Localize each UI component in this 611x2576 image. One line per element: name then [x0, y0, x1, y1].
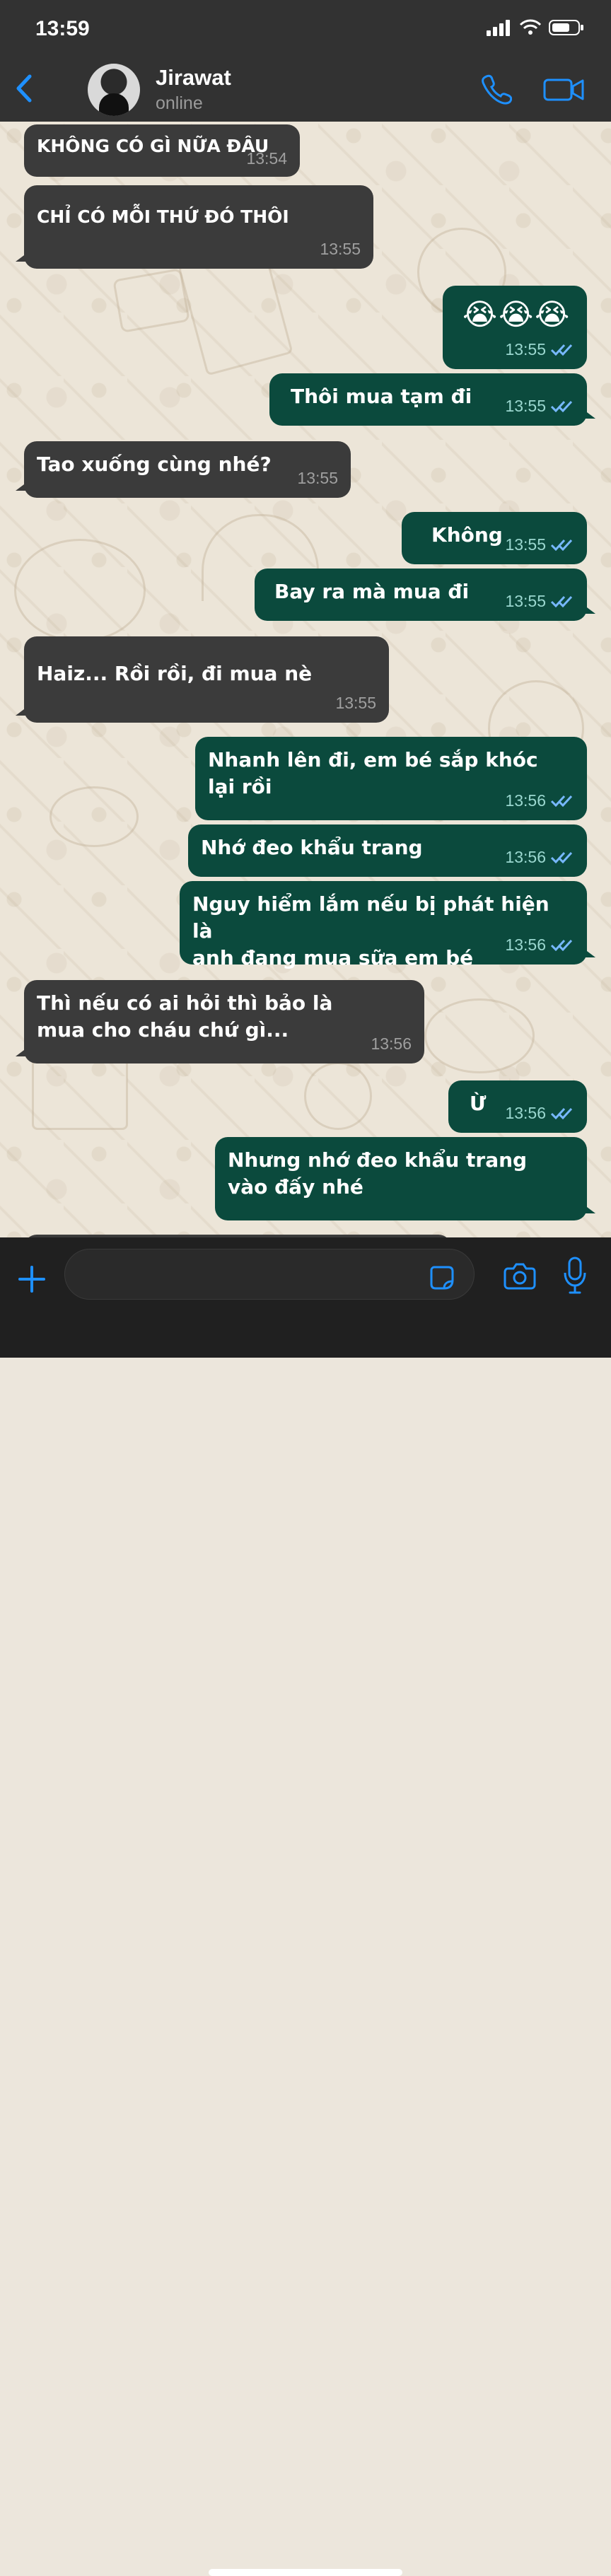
message-time: 13:55	[335, 692, 376, 714]
signal-icon	[487, 20, 510, 36]
message-time: 13:56	[505, 846, 574, 868]
sticker-icon[interactable]	[429, 1264, 455, 1291]
back-chevron-icon[interactable]	[10, 72, 38, 105]
time-label: 13:55	[505, 591, 546, 610]
contact-status: online	[156, 93, 203, 113]
message-outgoing[interactable]: Nhớ đeo khẩu trang 13:56	[188, 824, 587, 877]
home-indicator	[209, 2569, 402, 2576]
double-check-icon	[550, 401, 573, 413]
message-time: 13:56	[505, 934, 574, 956]
message-time: 13:55	[297, 467, 338, 489]
message-incoming[interactable]: KHÔNG CÓ GÌ NỮA ĐÂU 13:54	[24, 124, 300, 177]
video-call-icon[interactable]	[543, 76, 586, 103]
status-bar: 13:59	[0, 0, 611, 55]
double-check-icon	[550, 344, 573, 356]
message-outgoing[interactable]: Nhưng nhớ đeo khẩu trang vào đấy nhé	[215, 1137, 595, 1220]
message-incoming[interactable]: Haiz... Rồi rồi, đi mua nè 13:55	[16, 636, 389, 723]
message-time: 13:56	[371, 1033, 412, 1055]
message-time: 13:55	[505, 590, 574, 612]
message-text: Thì nếu có ai hỏi thì bảo là mua cho chá…	[37, 991, 333, 1042]
double-check-icon	[550, 852, 573, 864]
background-decoration	[32, 1059, 128, 1130]
message-incoming[interactable]: Tao xuống cùng nhé? 13:55	[16, 441, 351, 498]
double-check-icon	[550, 795, 573, 808]
message-outgoing[interactable]: Không 13:55	[402, 512, 587, 564]
message-text: Nhưng nhớ đeo khẩu trang vào đấy nhé	[228, 1148, 528, 1199]
time-label: 13:56	[505, 847, 546, 866]
composer-bar	[0, 1237, 611, 2576]
battery-icon	[549, 20, 583, 35]
message-time: 13:55	[505, 339, 574, 361]
message-text: CHỈ CÓ MỖI THỨ ĐÓ THÔI	[37, 206, 289, 227]
message-text: Tao xuống cùng nhé?	[37, 453, 272, 476]
message-emoji: 😭😭😭	[462, 297, 571, 332]
message-outgoing[interactable]: Nguy hiểm lắm nếu bị phát hiện là anh đa…	[180, 881, 595, 969]
time-label: 13:54	[246, 148, 287, 168]
message-outgoing[interactable]: 😭😭😭 13:55	[443, 286, 587, 369]
microphone-icon[interactable]	[563, 1256, 587, 1294]
background-decoration	[50, 786, 139, 847]
time-label: 13:55	[297, 468, 338, 487]
double-check-icon	[550, 1108, 573, 1120]
background-decoration	[112, 268, 190, 333]
message-incoming[interactable]: CHỈ CÓ MỖI THỨ ĐÓ THÔI 13:55	[16, 185, 373, 269]
chat-messages-area[interactable]: KHÔNG CÓ GÌ NỮA ĐÂU 13:54 CHỈ CÓ MỖI THỨ…	[0, 122, 611, 1237]
time-label: 13:56	[505, 935, 546, 954]
double-check-icon	[550, 940, 573, 952]
message-outgoing[interactable]: Thôi mua tạm đi 13:55	[269, 373, 595, 426]
message-outgoing[interactable]: Bay ra mà mua đi 13:55	[255, 569, 595, 621]
phone-call-icon[interactable]	[479, 72, 512, 105]
double-check-icon	[550, 596, 573, 608]
message-outgoing[interactable]: Nhanh lên đi, em bé sắp khóc lại rồi 13:…	[195, 737, 587, 820]
camera-icon[interactable]	[504, 1260, 536, 1290]
time-label: 13:56	[371, 1034, 412, 1053]
background-decoration	[304, 1062, 372, 1130]
message-text: Nguy hiểm lắm nếu bị phát hiện là anh đa…	[192, 892, 549, 969]
time-label: 13:56	[505, 791, 546, 810]
message-time: 13:55	[505, 395, 574, 417]
wifi-icon	[519, 19, 542, 35]
message-time: 13:55	[320, 238, 361, 260]
message-time: 13:56	[505, 1102, 574, 1124]
double-check-icon	[550, 540, 573, 552]
status-time: 13:59	[35, 17, 90, 40]
message-time: 13:55	[505, 534, 574, 556]
chat-header: Jirawat online	[0, 55, 611, 122]
message-outgoing[interactable]: Ừ 13:56	[448, 1080, 587, 1133]
time-label: 13:55	[505, 339, 546, 359]
plus-icon[interactable]	[17, 1264, 47, 1294]
message-incoming[interactable]: Thì nếu có ai hỏi thì bảo là mua cho chá…	[16, 980, 424, 1063]
time-label: 13:55	[320, 239, 361, 258]
time-label: 13:55	[505, 396, 546, 415]
status-icons	[487, 18, 584, 37]
message-time: 13:56	[505, 790, 574, 812]
message-time: 13:54	[246, 148, 287, 170]
background-decoration	[424, 998, 535, 1073]
message-text: Haiz... Rồi rồi, đi mua nè	[37, 662, 313, 685]
time-label: 13:55	[505, 535, 546, 554]
contact-avatar[interactable]	[88, 64, 140, 116]
contact-name[interactable]: Jirawat	[156, 65, 231, 91]
message-input[interactable]	[64, 1249, 475, 1300]
time-label: 13:56	[505, 1103, 546, 1122]
background-decoration	[14, 539, 146, 642]
time-label: 13:55	[335, 693, 376, 712]
